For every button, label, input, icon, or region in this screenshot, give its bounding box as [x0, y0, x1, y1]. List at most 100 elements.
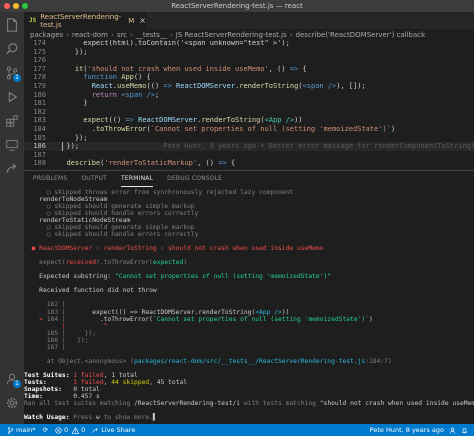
breadcrumb-item[interactable]: packages [30, 31, 63, 39]
manage-gear-icon[interactable] [5, 396, 19, 410]
tab-terminal[interactable]: TERMINAL [121, 171, 154, 187]
terminal-text: 185 | }); [24, 329, 97, 337]
code-token: , () [197, 159, 219, 168]
terminal-text: 186 | }); [24, 336, 89, 344]
terminal-line: ○ skipped should handle errors correctly [24, 231, 474, 238]
code-line[interactable]: 175 }); [24, 48, 474, 57]
git-blame-status[interactable]: Pete Hunt, 8 years ago [370, 426, 444, 434]
terminal-line: Tests: 1 failed, 44 skipped, 45 total [24, 379, 474, 386]
source-control-icon[interactable]: 1 [5, 66, 21, 82]
terminal-text: Ran all test suites matching [24, 399, 134, 407]
notifications-bell-icon[interactable] [461, 427, 468, 434]
terminal-line: 185 | }); [24, 330, 474, 337]
code-line[interactable]: 184 .toThrowError(`Cannot set properties… [24, 125, 474, 134]
terminal-line: Test Suites: 1 failed, 1 total [24, 372, 474, 379]
code-editor[interactable]: 174 expect(html).toContain('<span unknow… [24, 40, 474, 170]
code-token: { [226, 159, 236, 168]
line-number[interactable]: 181 [24, 99, 46, 108]
window-title: ReactServerRendering-test.js — react [171, 2, 303, 10]
terminal-text: packages/react-dom/src/__tests__/ReactSe… [133, 357, 366, 365]
search-icon[interactable] [5, 42, 19, 56]
problems-indicator[interactable]: 0 0 [55, 426, 85, 434]
code-line[interactable]: 186 }); Pete Hunt, 8 years ago • Better … [24, 142, 474, 151]
branch-indicator[interactable]: main* [7, 426, 36, 434]
tab-problems[interactable]: PROBLEMS [33, 171, 67, 187]
terminal-line: expect(received).toThrowError(expected) [24, 259, 474, 266]
breadcrumb-item[interactable]: src [117, 31, 127, 39]
line-number[interactable]: 180 [24, 91, 46, 100]
accounts-icon[interactable]: 1 [5, 372, 21, 388]
terminal-text: Snapshots: [24, 385, 74, 393]
line-number[interactable]: 185 [24, 134, 46, 143]
code-token: ) [390, 125, 396, 133]
warning-icon [72, 426, 80, 434]
editor-tab-bar: JS ReactServerRendering-test.js M × [24, 12, 474, 29]
terminal-output[interactable]: ○ skipped throws error from synchronousl… [24, 189, 474, 425]
code-token: describe [66, 159, 101, 168]
close-tab-icon[interactable]: × [139, 16, 146, 25]
explorer-icon[interactable] [5, 18, 19, 32]
terminal-text: 184 | [46, 315, 100, 323]
code-line[interactable]: 187 [24, 151, 474, 160]
terminal-text: 44 skipped [111, 378, 150, 386]
line-number[interactable]: 182 [24, 108, 46, 117]
tab-output[interactable]: OUTPUT [81, 171, 107, 187]
line-number[interactable]: 187 [24, 151, 46, 160]
breadcrumb-item[interactable]: react-dom [72, 31, 108, 39]
line-number[interactable]: 188 [24, 159, 46, 168]
tab-debug-console[interactable]: DEBUG CONSOLE [167, 171, 222, 187]
breadcrumb-item[interactable]: __tests__ [136, 31, 167, 39]
code-line[interactable]: 178 function App() { [24, 73, 474, 82]
terminal-text: with tests matching [240, 399, 320, 407]
tab-label: ReactServerRendering-test.js [40, 12, 122, 29]
line-number[interactable]: 174 [24, 40, 46, 48]
terminal-text: :184:7) [365, 357, 392, 365]
code-line[interactable]: 185 }); [24, 134, 474, 143]
code-text: expect(html).toContain('<span unknown="t… [58, 40, 290, 48]
sync-button[interactable]: ⟳ [43, 426, 48, 434]
code-line[interactable]: 174 expect(html).toContain('<span unknow… [24, 40, 474, 48]
warning-count: 0 [81, 426, 86, 434]
account-icon[interactable] [449, 427, 456, 434]
code-line[interactable]: 179 React.useMemo(() => ReactDOMServer.r… [24, 82, 474, 91]
remote-explorer-icon[interactable] [5, 138, 19, 152]
line-number[interactable]: 177 [24, 65, 46, 74]
code-line[interactable]: 180 return <span />; [24, 91, 474, 100]
terminal-text: expect( [24, 259, 66, 267]
line-number[interactable]: 178 [24, 73, 46, 82]
run-debug-icon[interactable] [5, 90, 19, 104]
live-share-button[interactable]: Live Share [92, 426, 135, 434]
breadcrumb-item[interactable]: JS ReactServerRendering-test.js [176, 31, 287, 39]
live-share-icon[interactable] [5, 162, 19, 176]
sync-icon: ⟳ [42, 426, 48, 434]
line-number[interactable]: 186 [24, 142, 46, 151]
line-number[interactable]: 184 [24, 125, 46, 134]
code-line[interactable]: 181 } [24, 99, 474, 108]
terminal-text: 183 | [24, 308, 93, 316]
code-line[interactable]: 183 expect(() => ReactDOMServer.renderTo… [24, 116, 474, 125]
line-number[interactable]: 175 [24, 48, 46, 57]
terminal-line: Received function did not throw [24, 287, 474, 294]
code-line[interactable]: 188 describe('renderToStaticMarkup', () … [24, 159, 474, 168]
terminal-text: )) [281, 308, 290, 316]
code-line[interactable]: 177 it('should not crash when used insid… [24, 65, 474, 74]
error-count: 0 [63, 426, 69, 434]
line-number[interactable]: 183 [24, 116, 46, 125]
code-line[interactable]: 176 [24, 56, 474, 65]
terminal-text: `Cannot set properties of null (setting … [152, 315, 369, 323]
code-token: }); [58, 47, 88, 56]
code-text: .toThrowError(`Cannot set properties of … [58, 125, 395, 134]
extensions-icon[interactable] [5, 114, 19, 128]
terminal-text: Test Suites: [24, 371, 74, 379]
code-line[interactable]: 182 [24, 108, 474, 117]
accounts-badge: 1 [13, 380, 21, 388]
terminal-text: "Cannot set properties of null (setting … [115, 273, 332, 281]
code-token: (() [146, 82, 164, 90]
line-number[interactable]: 179 [24, 82, 46, 91]
line-number[interactable]: 176 [24, 56, 46, 65]
tab-react-server-rendering-test[interactable]: JS ReactServerRendering-test.js M × [24, 12, 146, 29]
terminal-line: 183 | expect(() => ReactDOMServer.render… [24, 309, 474, 316]
terminal-text: Watch Usage: [24, 413, 74, 421]
terminal-text: to show more. [99, 413, 153, 421]
breadcrumb-item[interactable]: describe('ReactDOMServer') callback [296, 31, 426, 39]
